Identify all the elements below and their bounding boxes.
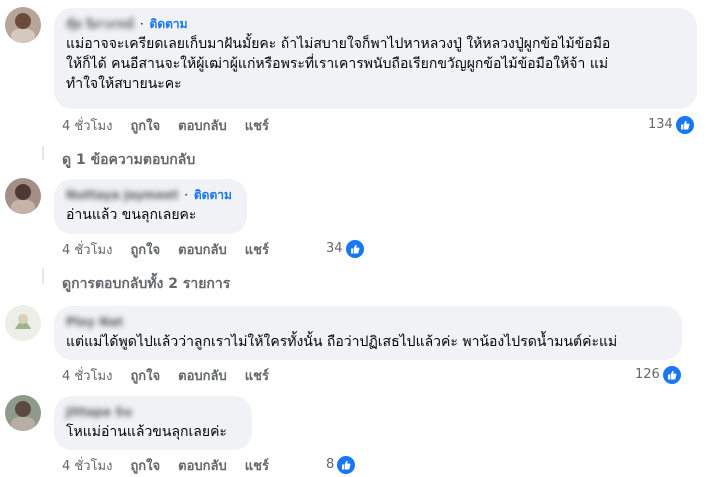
reaction-count[interactable]: 8: [326, 456, 356, 474]
reaction-count[interactable]: 126: [635, 366, 681, 384]
view-replies-link[interactable]: ดูการตอบกลับทั้ง 2 รายการ: [62, 273, 230, 295]
avatar[interactable]: [5, 395, 41, 431]
commenter-name[interactable]: Jittapa Su: [66, 404, 132, 420]
comment-line: อ่านแล้ว ขนลุกเลยคะ: [66, 207, 197, 223]
comment-timestamp[interactable]: 4 ชั่วโมง: [62, 459, 112, 474]
commenter-name[interactable]: nุ้ย นิภาภรณ์: [66, 16, 134, 32]
reply-button[interactable]: ตอบกลับ: [178, 243, 227, 258]
comment-line: ทำใจให้สบายนะคะ: [66, 76, 182, 92]
reply-button[interactable]: ตอบกลับ: [178, 369, 227, 384]
comment-bubble: Nuttaya Jaymeet · ติดตาม อ่านแล้ว ขนลุกเ…: [54, 179, 247, 234]
comment-text: แม่อาจจะเครียดเลยเก็บมาฝันมั้ยคะ ถ้าไม่ส…: [66, 34, 685, 94]
thumbs-up-icon: [662, 366, 681, 384]
view-replies-label: ดู 1 ข้อความตอบกลับ: [62, 152, 196, 168]
comment-timestamp[interactable]: 4 ชั่วโมง: [62, 369, 112, 384]
comment-header: Jittapa Su: [66, 404, 240, 420]
comment-bubble: Ploy Nat แต่แม่ได้พูดไปแล้วว่าลูกเราไม่ใ…: [54, 306, 682, 360]
view-replies-link[interactable]: ดู 1 ข้อความตอบกลับ: [62, 149, 195, 171]
comment-header: Ploy Nat: [66, 314, 670, 330]
reply-button[interactable]: ตอบกลับ: [178, 119, 227, 134]
share-button[interactable]: แชร์: [245, 369, 269, 384]
like-button[interactable]: ถูกใจ: [130, 369, 160, 384]
commenter-name[interactable]: Nuttaya Jaymeet: [66, 187, 178, 203]
commenter-name[interactable]: Ploy Nat: [66, 314, 123, 330]
comment-actions: 4 ชั่วโมง ถูกใจ ตอบกลับ แชร์: [62, 118, 287, 136]
comment-timestamp[interactable]: 4 ชั่วโมง: [62, 243, 112, 258]
comment-bubble: nุ้ย นิภาภรณ์ · ติดตาม แม่อาจจะเครียดเลย…: [54, 8, 697, 109]
comment-text: โหแม่อ่านแล้วขนลุกเลยค่ะ: [66, 422, 240, 442]
comment-line: แม่อาจจะเครียดเลยเก็บมาฝันมั้ยคะ ถ้าไม่ส…: [66, 36, 611, 52]
comment-bubble: Jittapa Su โหแม่อ่านแล้วขนลุกเลยค่ะ: [54, 396, 252, 450]
thread-connector: [42, 268, 44, 284]
reaction-number: 34: [326, 241, 343, 256]
thumbs-up-icon: [675, 116, 694, 134]
thumbs-up-icon: [337, 456, 356, 474]
comment-actions: 4 ชั่วโมง ถูกใจ ตอบกลับ แชร์: [62, 458, 287, 476]
avatar[interactable]: [5, 305, 41, 341]
thumbs-up-icon: [345, 240, 364, 258]
separator-dot: ·: [180, 188, 192, 202]
reaction-number: 8: [326, 457, 335, 472]
comment-header: Nuttaya Jaymeet · ติดตาม: [66, 187, 235, 203]
reaction-count[interactable]: 34: [326, 240, 364, 258]
comment-line: แต่แม่ได้พูดไปแล้วว่าลูกเราไม่ให้ใครทั้ง…: [66, 334, 618, 350]
like-button[interactable]: ถูกใจ: [130, 119, 160, 134]
comment-header: nุ้ย นิภาภรณ์ · ติดตาม: [66, 16, 685, 32]
comment-line: โหแม่อ่านแล้วขนลุกเลยค่ะ: [66, 424, 227, 440]
reply-button[interactable]: ตอบกลับ: [178, 459, 227, 474]
view-replies-label: ดูการตอบกลับทั้ง 2 รายการ: [62, 276, 231, 292]
comment-text: แต่แม่ได้พูดไปแล้วว่าลูกเราไม่ให้ใครทั้ง…: [66, 332, 670, 352]
share-button[interactable]: แชร์: [245, 243, 269, 258]
like-button[interactable]: ถูกใจ: [130, 243, 160, 258]
comment-text: อ่านแล้ว ขนลุกเลยคะ: [66, 205, 235, 225]
reaction-count[interactable]: 134: [648, 116, 694, 134]
follow-button[interactable]: ติดตาม: [194, 188, 232, 202]
reaction-number: 126: [635, 367, 660, 382]
like-button[interactable]: ถูกใจ: [130, 459, 160, 474]
avatar[interactable]: [5, 7, 41, 43]
comment-timestamp[interactable]: 4 ชั่วโมง: [62, 119, 112, 134]
comment-actions: 4 ชั่วโมง ถูกใจ ตอบกลับ แชร์: [62, 368, 287, 386]
separator-dot: ·: [136, 17, 148, 31]
share-button[interactable]: แชร์: [245, 459, 269, 474]
follow-button[interactable]: ติดตาม: [150, 17, 188, 31]
share-button[interactable]: แชร์: [245, 119, 269, 134]
avatar[interactable]: [5, 178, 41, 214]
thread-connector: [42, 146, 44, 160]
comment-actions: 4 ชั่วโมง ถูกใจ ตอบกลับ แชร์: [62, 242, 287, 260]
reaction-number: 134: [648, 117, 673, 132]
comment-line: ให้ก็ได้ คนอีสานจะให้ผู้เฒ่าผู้แก่หรือพร…: [66, 56, 609, 72]
